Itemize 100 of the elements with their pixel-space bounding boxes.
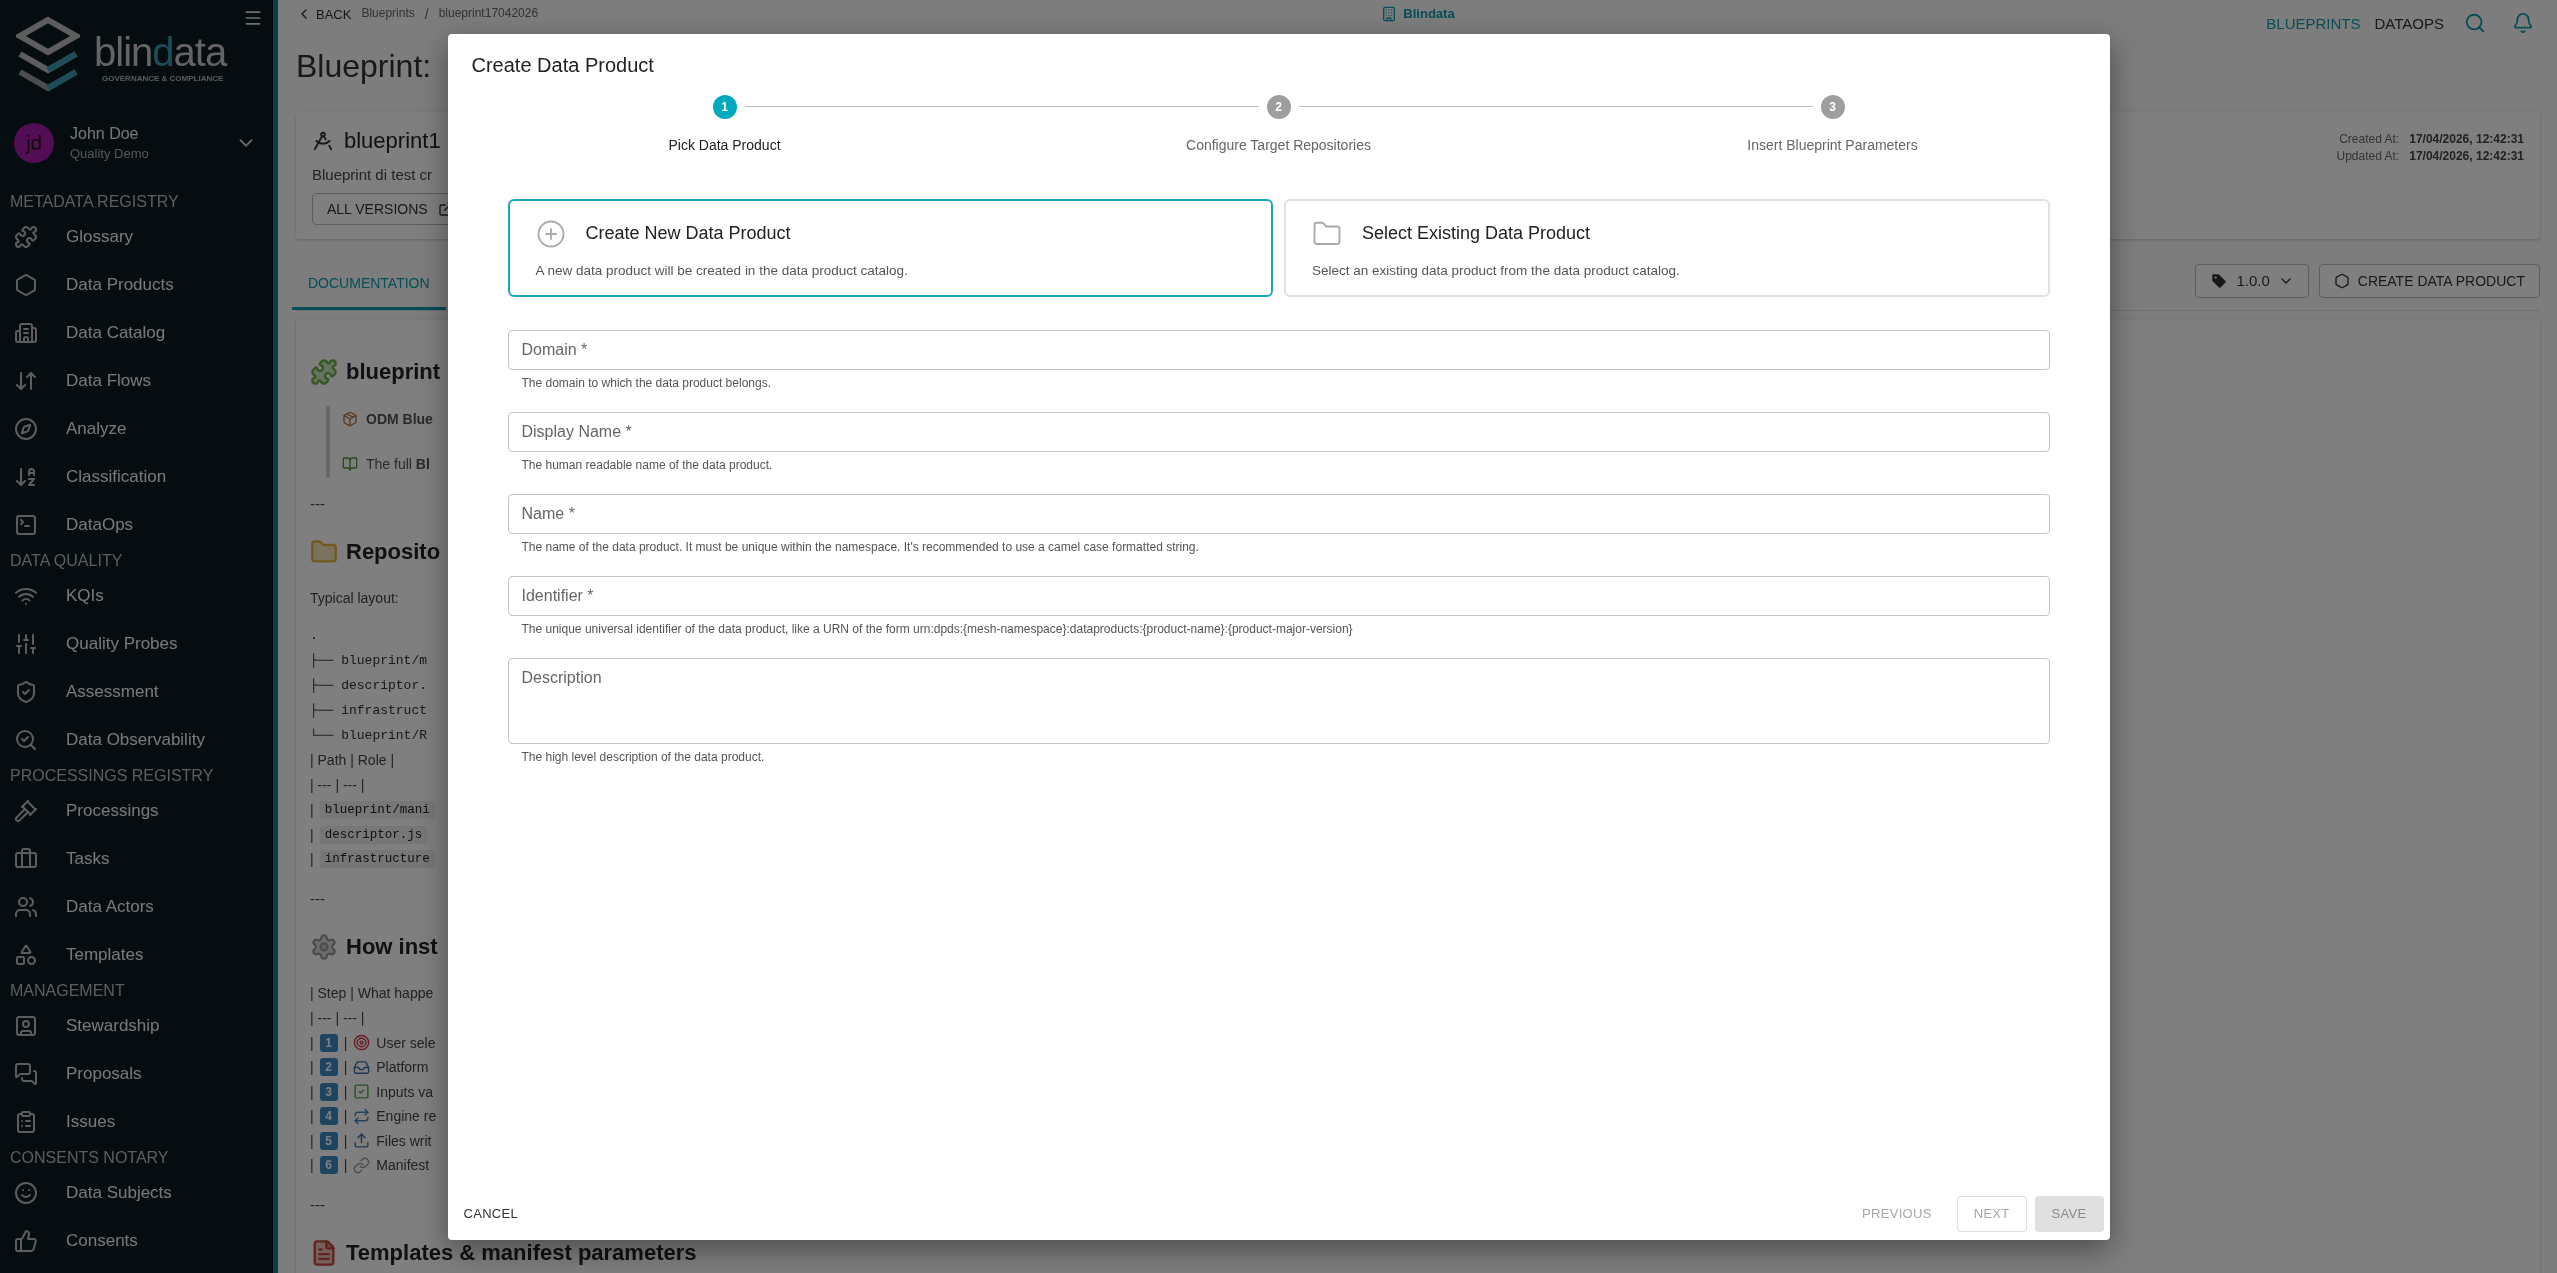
- sidebar-item[interactable]: Tasks: [0, 835, 273, 883]
- number-keycap: 6: [319, 1156, 338, 1175]
- separator-text: ---: [310, 888, 325, 909]
- sidebar-item[interactable]: Processings: [0, 787, 273, 835]
- number-keycap: 3: [319, 1082, 338, 1101]
- number-keycap: 1: [319, 1033, 338, 1052]
- sidebar-item[interactable]: Consents: [0, 1217, 273, 1265]
- text-field[interactable]: Identifier *: [507, 575, 2050, 616]
- sidebar-item[interactable]: Stewardship: [0, 1002, 273, 1050]
- pipe-text: |: [343, 1083, 348, 1100]
- quote-text: The full Bl: [366, 456, 430, 472]
- text-field[interactable]: Domain *: [507, 329, 2050, 370]
- breadcrumb-separator: /: [424, 6, 429, 22]
- tab[interactable]: DOCUMENTATION: [292, 257, 446, 310]
- quote-text: ODM Blue: [366, 411, 433, 427]
- text-field[interactable]: Name *: [507, 493, 2050, 534]
- sidebar-item[interactable]: Proposals: [0, 1050, 273, 1098]
- tenant-label: Blindata: [1403, 6, 1455, 21]
- text-field[interactable]: Display Name *: [507, 411, 2050, 452]
- pipe-text: |: [310, 1083, 314, 1100]
- sidebar-item[interactable]: KQIs: [0, 572, 273, 620]
- section-title: METADATA REGISTRY: [9, 191, 180, 212]
- breadcrumb-link[interactable]: blueprint17042026: [438, 6, 539, 20]
- repeat-icon: [353, 1107, 371, 1125]
- sidebar-item[interactable]: Classification: [0, 453, 273, 501]
- pipe-text: |: [310, 1108, 314, 1125]
- sidebar-item[interactable]: Data Subjects: [0, 1169, 273, 1217]
- plus-circle-icon: [535, 218, 566, 249]
- logo-icon: [16, 16, 80, 92]
- menu-icon[interactable]: [243, 8, 263, 28]
- choice-title: Create New Data Product: [585, 223, 791, 244]
- user-role: Quality Demo: [70, 146, 150, 161]
- blueprint-name: blueprint1: [344, 128, 441, 154]
- description-field[interactable]: Description: [507, 657, 2050, 744]
- section-title: DATA QUALITY: [9, 550, 124, 571]
- logo-wordmark: blindata: [94, 30, 227, 74]
- check-icon: [353, 1083, 371, 1101]
- section-title: MANAGEMENT: [9, 980, 126, 1001]
- back-button[interactable]: BACK: [296, 6, 352, 22]
- sidebar-item[interactable]: Quality Probes: [0, 620, 273, 668]
- tag-icon: [2210, 271, 2229, 290]
- meta-value: 17/04/2026, 12:42:31: [2409, 149, 2524, 163]
- helper-text: The name of the data product. It must be unique within the namespace. It's recommended to use a camel case formatted string.: [521, 539, 1200, 554]
- step-text: Inputs va: [376, 1083, 434, 1100]
- user-name: John Doe: [70, 125, 140, 143]
- step-text: Engine re: [376, 1108, 437, 1125]
- meta-label: Updated At:: [2336, 149, 2400, 163]
- page-title: Blueprint:: [296, 47, 432, 86]
- step-label: Configure Target Repositories: [1186, 136, 1371, 153]
- create-data-product-button[interactable]: CREATE DATA PRODUCT: [2318, 263, 2540, 298]
- sidebar-item[interactable]: Assessment: [0, 668, 273, 716]
- choice-description: Select an existing data product from the data product catalog.: [1312, 262, 1681, 278]
- pipe-text: |: [343, 1108, 348, 1125]
- sidebar-item[interactable]: Data Observability: [0, 716, 273, 764]
- sidebar-item[interactable]: Data Flows: [0, 357, 273, 405]
- nav-link[interactable]: DATAOPS: [2374, 14, 2444, 32]
- doc-text: Typical layout:: [310, 589, 399, 608]
- sidebar-item[interactable]: Data Catalog: [0, 309, 273, 357]
- books-icon: [342, 456, 358, 472]
- sidebar-item[interactable]: DataOps: [0, 501, 273, 549]
- inbox-icon: [353, 1058, 371, 1076]
- doc-text: | --- | --- |: [310, 1008, 365, 1028]
- sidebar-item[interactable]: Glossary: [0, 213, 273, 261]
- choice-card[interactable]: Create New Data Product A new data product will be created in the data product catalog.: [507, 198, 1273, 297]
- version-select[interactable]: 1.0.0: [2195, 263, 2309, 298]
- inline-code: descriptor.js: [319, 825, 428, 844]
- package-icon: [342, 411, 358, 427]
- outbox-icon: [353, 1132, 371, 1150]
- building-icon: [1381, 6, 1398, 22]
- user-avatar: jd: [14, 123, 54, 163]
- step-number: 1: [712, 94, 737, 119]
- sidebar-item[interactable]: Templates: [0, 931, 273, 979]
- hexagon-icon: [2333, 272, 2350, 289]
- doc-text: | Path | Role |: [310, 751, 395, 770]
- nav-link[interactable]: BLUEPRINTS: [2266, 14, 2361, 32]
- code-line: ├── blueprint/m: [310, 652, 428, 670]
- sidebar-item[interactable]: Data Actors: [0, 883, 273, 931]
- pipe-text: |: [310, 1059, 314, 1076]
- separator-text: ---: [310, 1194, 325, 1215]
- pipe-text: |: [310, 851, 314, 868]
- breadcrumb-link[interactable]: Blueprints: [361, 6, 415, 20]
- blueprint-description: Blueprint di test cr: [312, 166, 434, 183]
- step-label: Pick Data Product: [668, 136, 781, 153]
- pipe-text: |: [343, 1059, 348, 1076]
- pipe-text: |: [310, 826, 314, 843]
- helper-text: The high level description of the data product.: [521, 749, 766, 764]
- dialog-title: Create Data Product: [470, 52, 655, 78]
- pipe-text: |: [310, 802, 314, 819]
- helper-text: The unique universal identifier of the data product, like a URN of the form urn:dpds:{mesh-namespace}:dataproducts:{product-name}:{product-major-version}: [521, 621, 1354, 636]
- choice-card[interactable]: Select Existing Data Product Select an existing data product from the data product catalog.: [1284, 198, 2050, 297]
- section-title: PROCESSINGS REGISTRY: [9, 765, 215, 786]
- target-icon: [353, 1034, 371, 1052]
- doc-heading: Reposito: [346, 539, 441, 565]
- sidebar-item[interactable]: Issues: [0, 1098, 273, 1146]
- sidebar-item[interactable]: Data Products: [0, 261, 273, 309]
- code-line: ├── infrastruct: [310, 702, 428, 720]
- cancel-button[interactable]: CANCEL: [463, 1196, 519, 1231]
- pipe-text: |: [310, 1034, 314, 1051]
- sidebar-item[interactable]: Analyze: [0, 405, 273, 453]
- pipe-text: |: [343, 1157, 348, 1174]
